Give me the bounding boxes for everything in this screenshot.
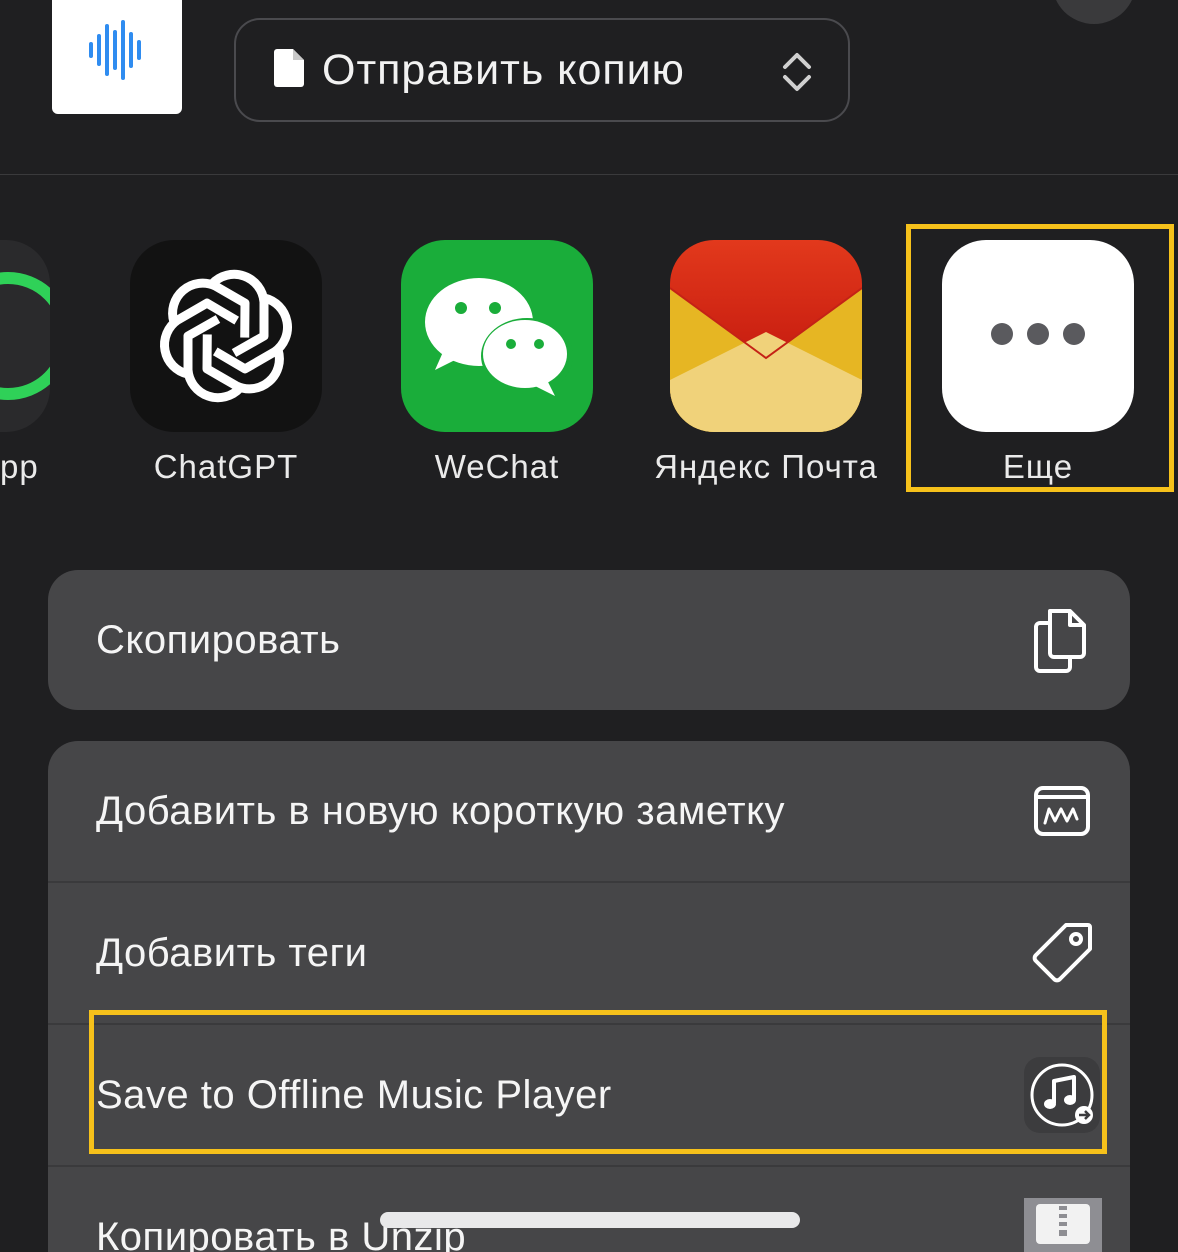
action-group-main: Добавить в новую короткую заметку Добави…: [48, 741, 1130, 1252]
wechat-icon: [401, 240, 593, 432]
app-wechat[interactable]: WeChat: [401, 240, 593, 485]
document-icon: [274, 48, 304, 92]
action-add-tags-label: Добавить теги: [96, 930, 368, 975]
action-group-copy: Скопировать: [48, 570, 1130, 710]
app-whatsapp[interactable]: pp: [0, 240, 50, 485]
app-label-whatsapp: pp: [0, 448, 39, 485]
share-sheet: Отправить копию pp ChatGPT WeChat Яндекс…: [0, 0, 1178, 1252]
action-copy-to-unzip[interactable]: Копировать в Unzip: [48, 1165, 1130, 1252]
app-label-wechat: WeChat: [434, 448, 560, 485]
app-yandex-mail[interactable]: Яндекс Почта: [654, 240, 877, 485]
quick-note-icon: [1030, 779, 1094, 843]
send-mode-select[interactable]: Отправить копию: [234, 18, 850, 122]
yandex-mail-icon: [670, 240, 862, 432]
copy-icon: [1030, 608, 1094, 673]
send-mode-label: Отправить копию: [322, 45, 685, 94]
action-add-quick-note[interactable]: Добавить в новую короткую заметку: [48, 741, 1130, 881]
chatgpt-icon: [130, 240, 322, 432]
app-label-yandex-mail: Яндекс Почта: [654, 448, 878, 485]
highlight-frame-more: [906, 224, 1174, 492]
action-copy[interactable]: Скопировать: [48, 570, 1130, 710]
app-chatgpt[interactable]: ChatGPT: [130, 240, 322, 485]
action-add-tags[interactable]: Добавить теги: [48, 881, 1130, 1023]
highlight-frame-offline-music: [89, 1010, 1107, 1154]
app-label-chatgpt: ChatGPT: [153, 448, 299, 485]
action-copy-label: Скопировать: [96, 617, 341, 662]
header-divider: [0, 174, 1178, 175]
home-indicator[interactable]: [380, 1212, 800, 1228]
tag-icon: [1030, 921, 1094, 985]
action-add-quick-note-label: Добавить в новую короткую заметку: [96, 788, 786, 833]
zip-icon: [1024, 1198, 1102, 1252]
whatsapp-icon: [0, 240, 50, 432]
chevron-updown-icon: [782, 50, 812, 99]
close-button[interactable]: [1052, 0, 1136, 24]
file-thumbnail: [52, 0, 182, 114]
audio-waveform-icon: [85, 18, 149, 87]
